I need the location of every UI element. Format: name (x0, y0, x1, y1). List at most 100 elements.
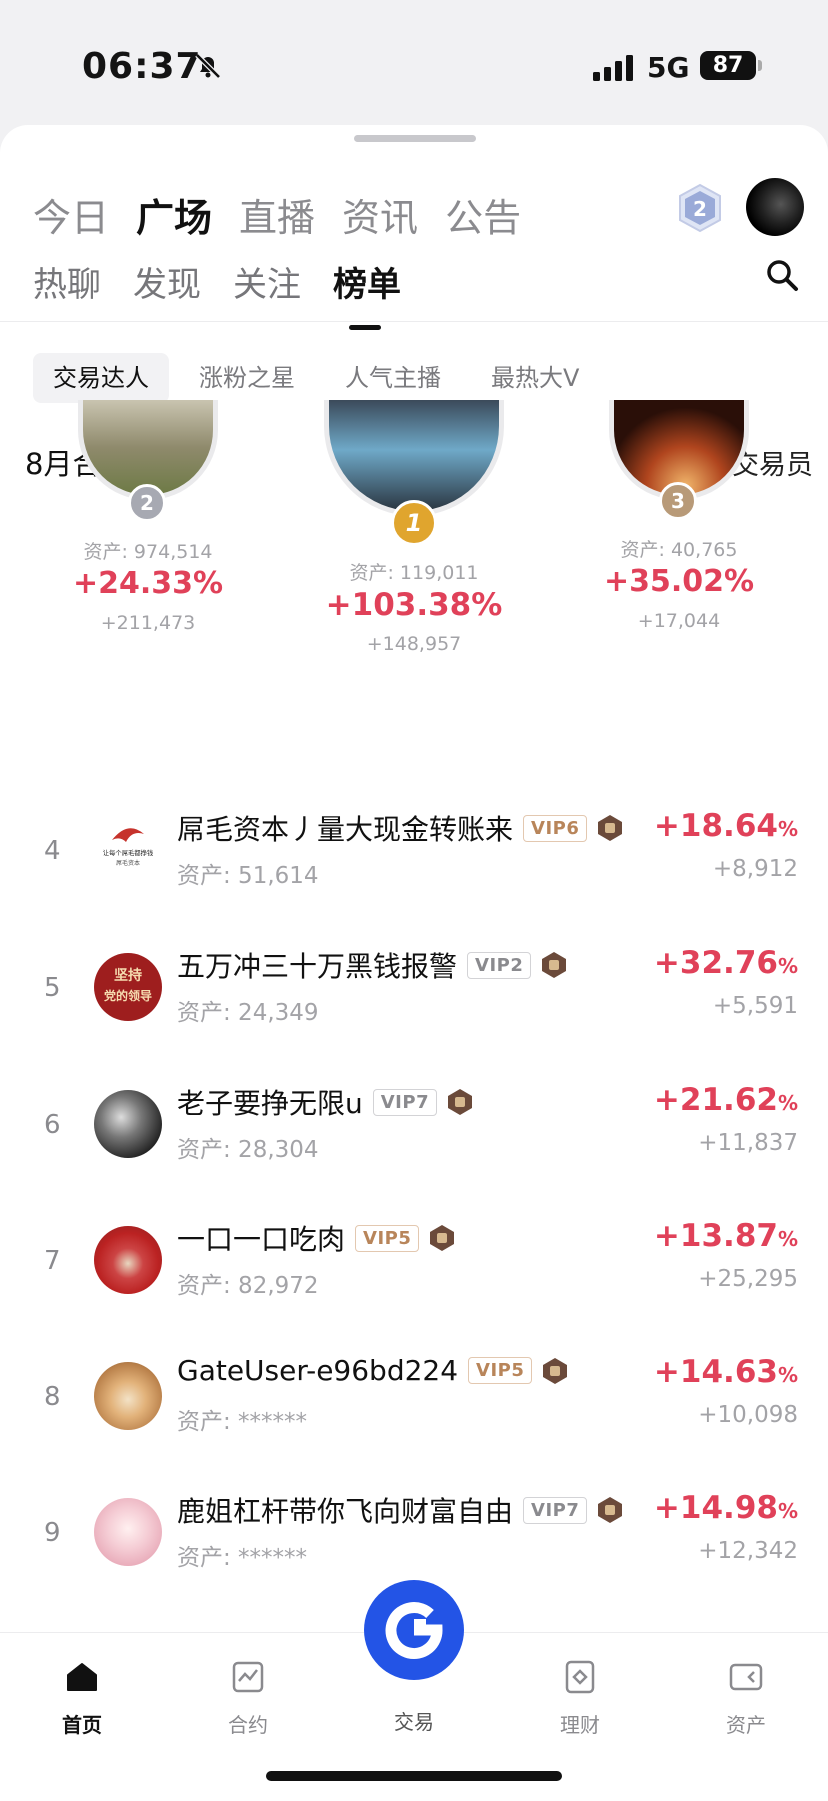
vip-badge: VIP2 (467, 951, 532, 979)
nav-futures-label: 合约 (228, 1713, 268, 1737)
nav-home[interactable]: 首页 (32, 1633, 132, 1738)
trader-name[interactable]: 老子要挣无限u (177, 1082, 363, 1122)
podium-third-asset: 资产: 40,765 (620, 539, 738, 561)
avatar-subtext: 屌毛资本 (115, 860, 140, 867)
podium-second-profit: +211,473 (100, 612, 196, 634)
trader-name-row: 一口一口吃肉 VIP5 (177, 1218, 455, 1258)
trader-asset: 资产: 82,972 (177, 1273, 319, 1299)
level-badge-icon[interactable]: 2 (677, 183, 723, 233)
trader-name[interactable]: GateUser-e96bd224 (177, 1354, 458, 1387)
trader-profit: +5,591 (712, 993, 798, 1019)
avatar: 坚持 党的领导 (94, 953, 162, 1021)
subtab-leaderboard[interactable]: 榜单 (333, 257, 401, 330)
trader-asset: 资产: 51,614 (177, 863, 319, 889)
list-item[interactable]: 6 老子要挣无限u VIP7 资产: 28,304 +21.62% +11,83… (0, 1072, 828, 1202)
bell-muted-icon (195, 53, 221, 79)
level-number: 2 (693, 197, 707, 221)
trader-percent: +13.87% (654, 1218, 798, 1254)
subtab-discover[interactable]: 发现 (133, 257, 201, 306)
tab-today[interactable]: 今日 (33, 187, 109, 242)
pill-popular-hosts[interactable]: 人气主播 (325, 353, 461, 403)
trader-asset: 资产: 24,349 (177, 1000, 319, 1026)
percent-value: +14.98 (653, 1490, 778, 1526)
rank-number: 4 (44, 836, 61, 866)
podium-second-asset: 资产: 974,514 (83, 541, 213, 563)
avatar: 让每个屌毛都挣钱 屌毛资本 (94, 816, 162, 884)
podium-second[interactable]: 2 资产: 974,514 +24.33% +211,473 (73, 400, 223, 670)
battery-icon: 87 (700, 51, 762, 80)
home-indicator[interactable] (266, 1771, 562, 1781)
list-item[interactable]: 5 坚持 党的领导 五万冲三十万黑钱报警 VIP2 资产: 24,349 +32… (0, 935, 828, 1065)
wealth-icon (565, 1660, 595, 1694)
percent-sign: % (777, 817, 798, 841)
tab-announcement[interactable]: 公告 (445, 187, 521, 242)
main-tabs: 今日 广场 直播 资讯 公告 (33, 187, 548, 242)
subtab-following[interactable]: 关注 (233, 257, 301, 306)
podium-first-profit: +148,957 (366, 633, 462, 655)
nav-wealth-label: 理财 (560, 1713, 600, 1737)
pill-hottest-v[interactable]: 最热大V (471, 353, 599, 403)
vip-badge: VIP7 (372, 1088, 438, 1116)
subtab-hot-chat[interactable]: 热聊 (33, 257, 101, 306)
nav-assets-label: 资产 (726, 1713, 766, 1737)
podium-first[interactable]: 1 资产: 119,011 +103.38% +148,957 (318, 400, 510, 700)
nav-assets[interactable]: 资产 (696, 1633, 796, 1738)
medal-icon (542, 952, 567, 978)
rank-number: 7 (44, 1246, 61, 1276)
pill-top-traders[interactable]: 交易达人 (33, 353, 169, 403)
trader-name-row: 五万冲三十万黑钱报警 VIP2 (177, 945, 567, 985)
trader-asset: 资产: ****** (177, 1545, 308, 1571)
podium-first-asset: 资产: 119,011 (349, 562, 479, 584)
tab-news[interactable]: 资讯 (342, 187, 418, 242)
rank-number: 8 (44, 1382, 61, 1412)
percent-sign: % (777, 1227, 798, 1251)
trader-name[interactable]: 一口一口吃肉 (177, 1218, 345, 1258)
list-item[interactable]: 4 让每个屌毛都挣钱 屌毛资本 屌毛资本丿量大现金转账来 VIP6 资产: 51… (0, 798, 828, 928)
medal-icon (448, 1089, 473, 1115)
list-item[interactable]: 8 GateUser-e96bd224 VIP5 资产: ****** +14.… (0, 1344, 828, 1474)
trader-name[interactable]: 五万冲三十万黑钱报警 (177, 945, 457, 985)
medal-icon (430, 1225, 455, 1251)
content-sheet: 今日 广场 直播 资讯 公告 2 热聊 发现 关注 榜单 交易达人 涨粉之星 人… (0, 125, 828, 1801)
trader-percent: +21.62% (654, 1082, 798, 1118)
drag-handle[interactable] (354, 135, 476, 142)
medal-icon (598, 815, 623, 841)
nav-wealth[interactable]: 理财 (530, 1633, 630, 1738)
vip-badge: VIP5 (468, 1357, 533, 1384)
avatar-text: 让每个屌毛都挣钱 (102, 849, 154, 857)
medal-icon (598, 1497, 623, 1523)
tab-square[interactable]: 广场 (136, 187, 212, 242)
tab-live[interactable]: 直播 (239, 187, 315, 242)
divider (0, 321, 828, 322)
percent-value: +21.62 (653, 1082, 778, 1118)
podium-third[interactable]: 3 资产: 40,765 +35.02% +17,044 (604, 400, 754, 670)
network-type: 5G (647, 51, 690, 84)
trader-name-row: 老子要挣无限u VIP7 (177, 1082, 473, 1122)
trader-percent: +32.76% (654, 945, 798, 981)
pill-rising-stars[interactable]: 涨粉之星 (179, 353, 315, 403)
trade-button[interactable] (364, 1580, 464, 1680)
bird-logo-icon (112, 828, 144, 842)
rank-number: 9 (44, 1518, 61, 1548)
trader-profit: +8,912 (712, 856, 798, 882)
trader-profit: +25,295 (698, 1266, 798, 1292)
percent-sign: % (777, 954, 798, 978)
sub-tabs: 热聊 发现 关注 榜单 (33, 257, 433, 330)
percent-value: +14.63 (653, 1354, 778, 1390)
podium-third-percent: +35.02% (603, 564, 755, 599)
home-icon (67, 1663, 97, 1691)
trader-asset: 资产: 28,304 (177, 1137, 319, 1163)
status-bar: 06:37 5G 87 (0, 0, 828, 125)
user-avatar[interactable] (746, 178, 804, 236)
nav-futures[interactable]: 合约 (198, 1633, 298, 1738)
medal-icon (543, 1357, 568, 1384)
search-icon[interactable] (764, 257, 800, 293)
nav-trade-label: 交易 (394, 1710, 434, 1734)
list-item[interactable]: 7 一口一口吃肉 VIP5 资产: 82,972 +13.87% +25,295 (0, 1208, 828, 1338)
chart-icon (232, 1661, 264, 1693)
trader-name[interactable]: 鹿姐杠杆带你飞向财富自由 (177, 1490, 513, 1530)
avatar (94, 1498, 162, 1566)
trader-name[interactable]: 屌毛资本丿量大现金转账来 (177, 808, 513, 848)
trader-asset: 资产: ****** (177, 1409, 308, 1435)
percent-value: +18.64 (653, 808, 778, 844)
